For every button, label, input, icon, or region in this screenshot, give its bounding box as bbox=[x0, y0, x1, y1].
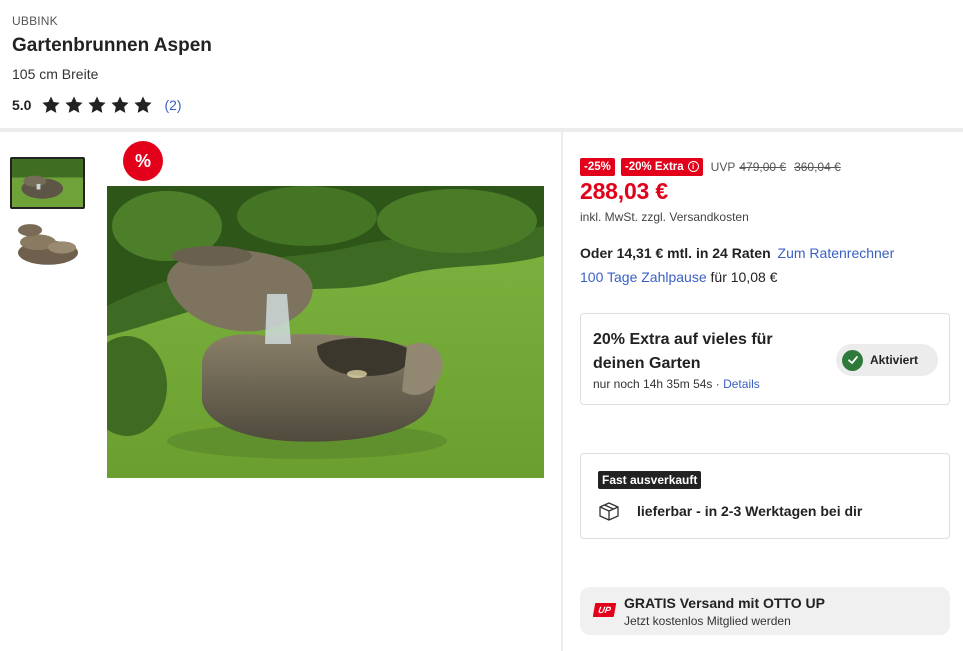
promo-countdown: nur noch 14h 35m 54s · Details bbox=[593, 377, 760, 391]
vat-note: inkl. MwSt. zzgl. Versandkosten bbox=[580, 210, 749, 224]
star-icon bbox=[65, 96, 84, 113]
countdown-text: nur noch 14h 35m 54s · bbox=[593, 377, 720, 391]
shipping-costs-link[interactable]: Versandkosten bbox=[669, 210, 748, 224]
thumbnail-2[interactable] bbox=[10, 218, 85, 270]
discount-tag: -25% bbox=[580, 157, 615, 176]
star-icon bbox=[111, 96, 130, 113]
thumbnail-image bbox=[10, 218, 85, 270]
otto-up-logo: UP bbox=[592, 603, 617, 617]
installment-calculator-link[interactable]: Zum Ratenrechner bbox=[778, 245, 895, 261]
product-image bbox=[107, 186, 544, 478]
product-title: Gartenbrunnen Aspen bbox=[12, 35, 212, 56]
star-icon bbox=[88, 96, 107, 113]
installment-text: Oder 14,31 € mtl. in 24 Raten bbox=[580, 245, 771, 261]
rating: 5.0 (2) bbox=[12, 94, 182, 116]
promo-details-link[interactable]: Details bbox=[723, 377, 760, 391]
delivery-info: lieferbar - in 2-3 Werktagen bei dir bbox=[637, 503, 863, 519]
payment-pause-link[interactable]: 100 Tage Zahlpause bbox=[580, 269, 707, 285]
payment-pause: 100 Tage Zahlpause für 10,08 € bbox=[580, 269, 777, 285]
current-price: 288,03 € bbox=[580, 178, 668, 204]
column-divider bbox=[561, 132, 563, 651]
promo-box: 20% Extra auf vieles für deinen Garten n… bbox=[580, 313, 950, 405]
check-icon bbox=[842, 349, 863, 371]
otto-up-title: GRATIS Versand mit OTTO UP bbox=[624, 595, 825, 611]
otto-up-subtitle: Jetzt kostenlos Mitglied werden bbox=[624, 614, 791, 628]
uvp-price: 479,00 € bbox=[739, 159, 787, 174]
brand-name[interactable]: UBBINK bbox=[12, 14, 58, 28]
star-icon bbox=[42, 96, 61, 113]
otto-up-banner[interactable]: UP GRATIS Versand mit OTTO UP Jetzt kost… bbox=[580, 587, 950, 635]
package-icon bbox=[599, 502, 619, 521]
payment-pause-price: für 10,08 € bbox=[710, 269, 778, 285]
discount-tag-label: -25% bbox=[584, 160, 611, 173]
thumbnail-1[interactable] bbox=[10, 157, 85, 209]
sellout-badge: Fast ausverkauft bbox=[598, 471, 702, 489]
uvp-label: UVP bbox=[710, 159, 736, 174]
header-divider bbox=[0, 128, 963, 132]
activated-toggle[interactable]: Aktiviert bbox=[836, 344, 938, 376]
price-tags: -25% -20% Extra i UVP 479,00 € 360,04 € bbox=[580, 157, 849, 176]
product-subtitle: 105 cm Breite bbox=[12, 66, 99, 82]
vat-text: inkl. MwSt. zzgl. bbox=[580, 210, 667, 224]
sale-badge: % bbox=[123, 141, 163, 181]
availability-box: Fast ausverkauft lieferbar - in 2-3 Werk… bbox=[580, 453, 950, 539]
info-icon[interactable]: i bbox=[687, 161, 699, 172]
installments: Oder 14,31 € mtl. in 24 Raten Zum Ratenr… bbox=[580, 245, 894, 261]
rating-stars bbox=[41, 95, 153, 115]
extra-discount-tag[interactable]: -20% Extra i bbox=[620, 157, 703, 176]
star-icon bbox=[134, 96, 153, 113]
promo-title: 20% Extra auf vieles für deinen Garten bbox=[593, 331, 773, 372]
extra-tag-label: -20% Extra bbox=[624, 160, 684, 173]
rating-count-link[interactable]: (2) bbox=[164, 97, 181, 113]
thumbnail-image bbox=[12, 159, 83, 207]
former-price: 360,04 € bbox=[794, 159, 841, 174]
main-product-image[interactable] bbox=[107, 186, 544, 478]
product-header: UBBINK Gartenbrunnen Aspen 105 cm Breite… bbox=[12, 0, 952, 128]
rating-value: 5.0 bbox=[12, 97, 32, 113]
activated-label: Aktiviert bbox=[870, 353, 919, 367]
